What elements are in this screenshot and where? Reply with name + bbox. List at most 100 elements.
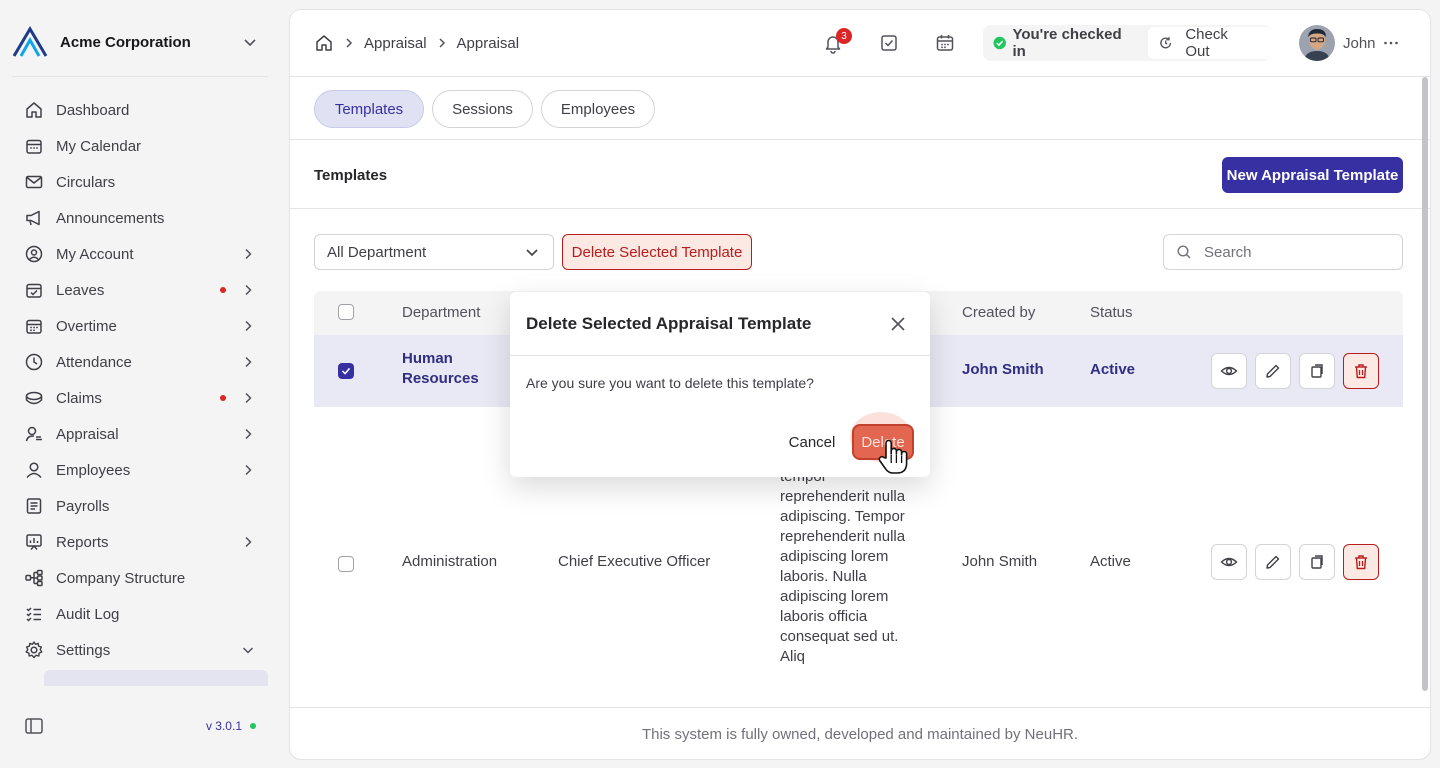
receipt-icon [26, 498, 42, 514]
chevron-right-icon [245, 284, 252, 296]
check-out-label: Check Out [1185, 26, 1228, 60]
chevron-right-icon [245, 320, 252, 332]
sidebar-item-my-account[interactable]: My Account [12, 236, 268, 272]
close-icon[interactable] [888, 314, 908, 334]
company-switcher[interactable]: Acme Corporation [12, 24, 268, 60]
status-dot [250, 723, 256, 729]
cancel-button[interactable]: Cancel [780, 426, 844, 458]
more-horizontal-icon[interactable] [1382, 34, 1400, 52]
cell-created-by: John Smith [962, 553, 1038, 570]
description-line: adipiscing lorem [780, 588, 889, 605]
user-circle-icon [25, 245, 43, 263]
copy-icon [1311, 555, 1323, 569]
duplicate-button[interactable] [1299, 353, 1335, 389]
sidebar-item-appraisal[interactable]: Appraisal [12, 416, 268, 452]
delete-selected-template-button[interactable]: Delete Selected Template [562, 234, 752, 270]
pencil-icon [1266, 555, 1280, 569]
column-created-by[interactable]: Created by [962, 304, 1035, 321]
sidebar-item-label: Employees [56, 461, 131, 479]
sidebar-item-overtime[interactable]: Overtime [12, 308, 268, 344]
edit-button[interactable] [1255, 544, 1291, 580]
topbar: Appraisal Appraisal 3 You're checked in … [290, 10, 1430, 77]
calendar-grid-icon [26, 319, 42, 334]
sidebar-item-label: Claims [56, 389, 102, 407]
department-select[interactable]: All Department [314, 234, 554, 270]
delete-confirmation-dialog: Delete Selected Appraisal Template Are y… [510, 292, 930, 477]
sidebar-item-label: Settings [56, 641, 111, 659]
sidebar-item-reports[interactable]: Reports [12, 524, 268, 560]
sidebar-item-label: My Account [56, 245, 134, 263]
sidebar-item-employees[interactable]: Employees [12, 452, 268, 488]
user-name[interactable]: John [1343, 35, 1376, 52]
delete-button[interactable] [1343, 544, 1379, 580]
tab-sessions[interactable]: Sessions [432, 90, 533, 128]
home-icon[interactable] [314, 33, 334, 53]
sidebar-item-payrolls[interactable]: Payrolls [12, 488, 268, 524]
footer-text: This system is fully owned, developed an… [290, 707, 1430, 759]
sidebar-item-announcements[interactable]: Announcements [12, 200, 268, 236]
tab-employees[interactable]: Employees [541, 90, 655, 128]
description-line: laboris. Nulla [780, 568, 867, 585]
tab-templates[interactable]: Templates [314, 90, 424, 128]
mail-icon [25, 175, 43, 189]
column-status[interactable]: Status [1090, 304, 1133, 321]
scrollbar[interactable] [1422, 77, 1428, 691]
sidebar-item-company-structure[interactable]: Company Structure [12, 560, 268, 596]
clock-icon [25, 353, 43, 371]
description-line: reprehenderit nulla [780, 488, 906, 505]
delete-button[interactable] [1343, 353, 1379, 389]
sidebar-item-label: Appraisal [56, 425, 119, 443]
edit-button[interactable] [1255, 353, 1291, 389]
description-line: adipiscing lorem [780, 548, 889, 565]
sidebar-item-dashboard[interactable]: Dashboard [12, 92, 268, 128]
user-avatar[interactable] [1299, 25, 1335, 61]
breadcrumb: Appraisal Appraisal [314, 32, 519, 54]
dialog-message: Are you sure you want to delete this tem… [526, 375, 814, 391]
sidebar-toggle-icon[interactable] [24, 716, 44, 736]
eye-icon [1220, 557, 1238, 567]
sidebar-item-circulars[interactable]: Circulars [12, 164, 268, 200]
sidebar-nav: Dashboard My Calendar Circulars Announcemen… [12, 92, 268, 668]
settings-submenu-peek[interactable] [44, 670, 268, 686]
sidebar-item-label: Leaves [56, 281, 105, 299]
check-out-button[interactable]: Check Out [1148, 26, 1271, 60]
sidebar-item-attendance[interactable]: Attendance [12, 344, 268, 380]
version-label: v 3.0.1 [205, 719, 242, 733]
column-department[interactable]: Department [402, 304, 480, 321]
view-button[interactable] [1211, 544, 1247, 580]
sidebar-item-my-calendar[interactable]: My Calendar [12, 128, 268, 164]
breadcrumb-item[interactable]: Appraisal [364, 35, 427, 52]
section-title: Templates [314, 167, 388, 184]
new-appraisal-template-button[interactable]: New Appraisal Template [1222, 157, 1403, 193]
cell-created-by: John Smith [962, 361, 1044, 378]
sidebar-item-claims[interactable]: Claims [12, 380, 268, 416]
megaphone-icon [26, 210, 40, 226]
view-button[interactable] [1211, 353, 1247, 389]
sidebar-item-label: Announcements [56, 209, 165, 227]
sidebar-item-leaves[interactable]: Leaves [12, 272, 268, 308]
row-checkbox[interactable] [338, 363, 354, 379]
row-checkbox[interactable] [338, 556, 354, 572]
sidebar: Acme Corporation Dashboard My Calendar Cir… [0, 0, 288, 768]
check-circle-icon [993, 36, 1006, 50]
calendar-icon[interactable] [934, 32, 956, 54]
sidebar-item-label: Company Structure [56, 569, 186, 587]
search-input[interactable]: Search [1163, 234, 1403, 270]
company-logo-icon [12, 26, 48, 57]
coins-icon [25, 391, 43, 405]
sidebar-item-settings[interactable]: Settings [12, 632, 268, 668]
task-check-icon[interactable] [878, 32, 900, 54]
notification-badge: 3 [836, 28, 852, 44]
select-all-checkbox[interactable] [338, 304, 354, 320]
chevron-down-icon [526, 249, 538, 257]
cell-status: Active [1090, 553, 1131, 570]
description-line: adipiscing. Tempor [780, 508, 905, 525]
cell-designation: Chief Executive Officer [558, 553, 711, 570]
hand-cursor-icon [878, 439, 908, 474]
chevron-right-icon [245, 392, 252, 404]
check-icon [341, 367, 351, 375]
sidebar-item-audit-log[interactable]: Audit Log [12, 596, 268, 632]
chevron-right-icon [346, 38, 353, 48]
pencil-icon [1266, 364, 1280, 378]
duplicate-button[interactable] [1299, 544, 1335, 580]
